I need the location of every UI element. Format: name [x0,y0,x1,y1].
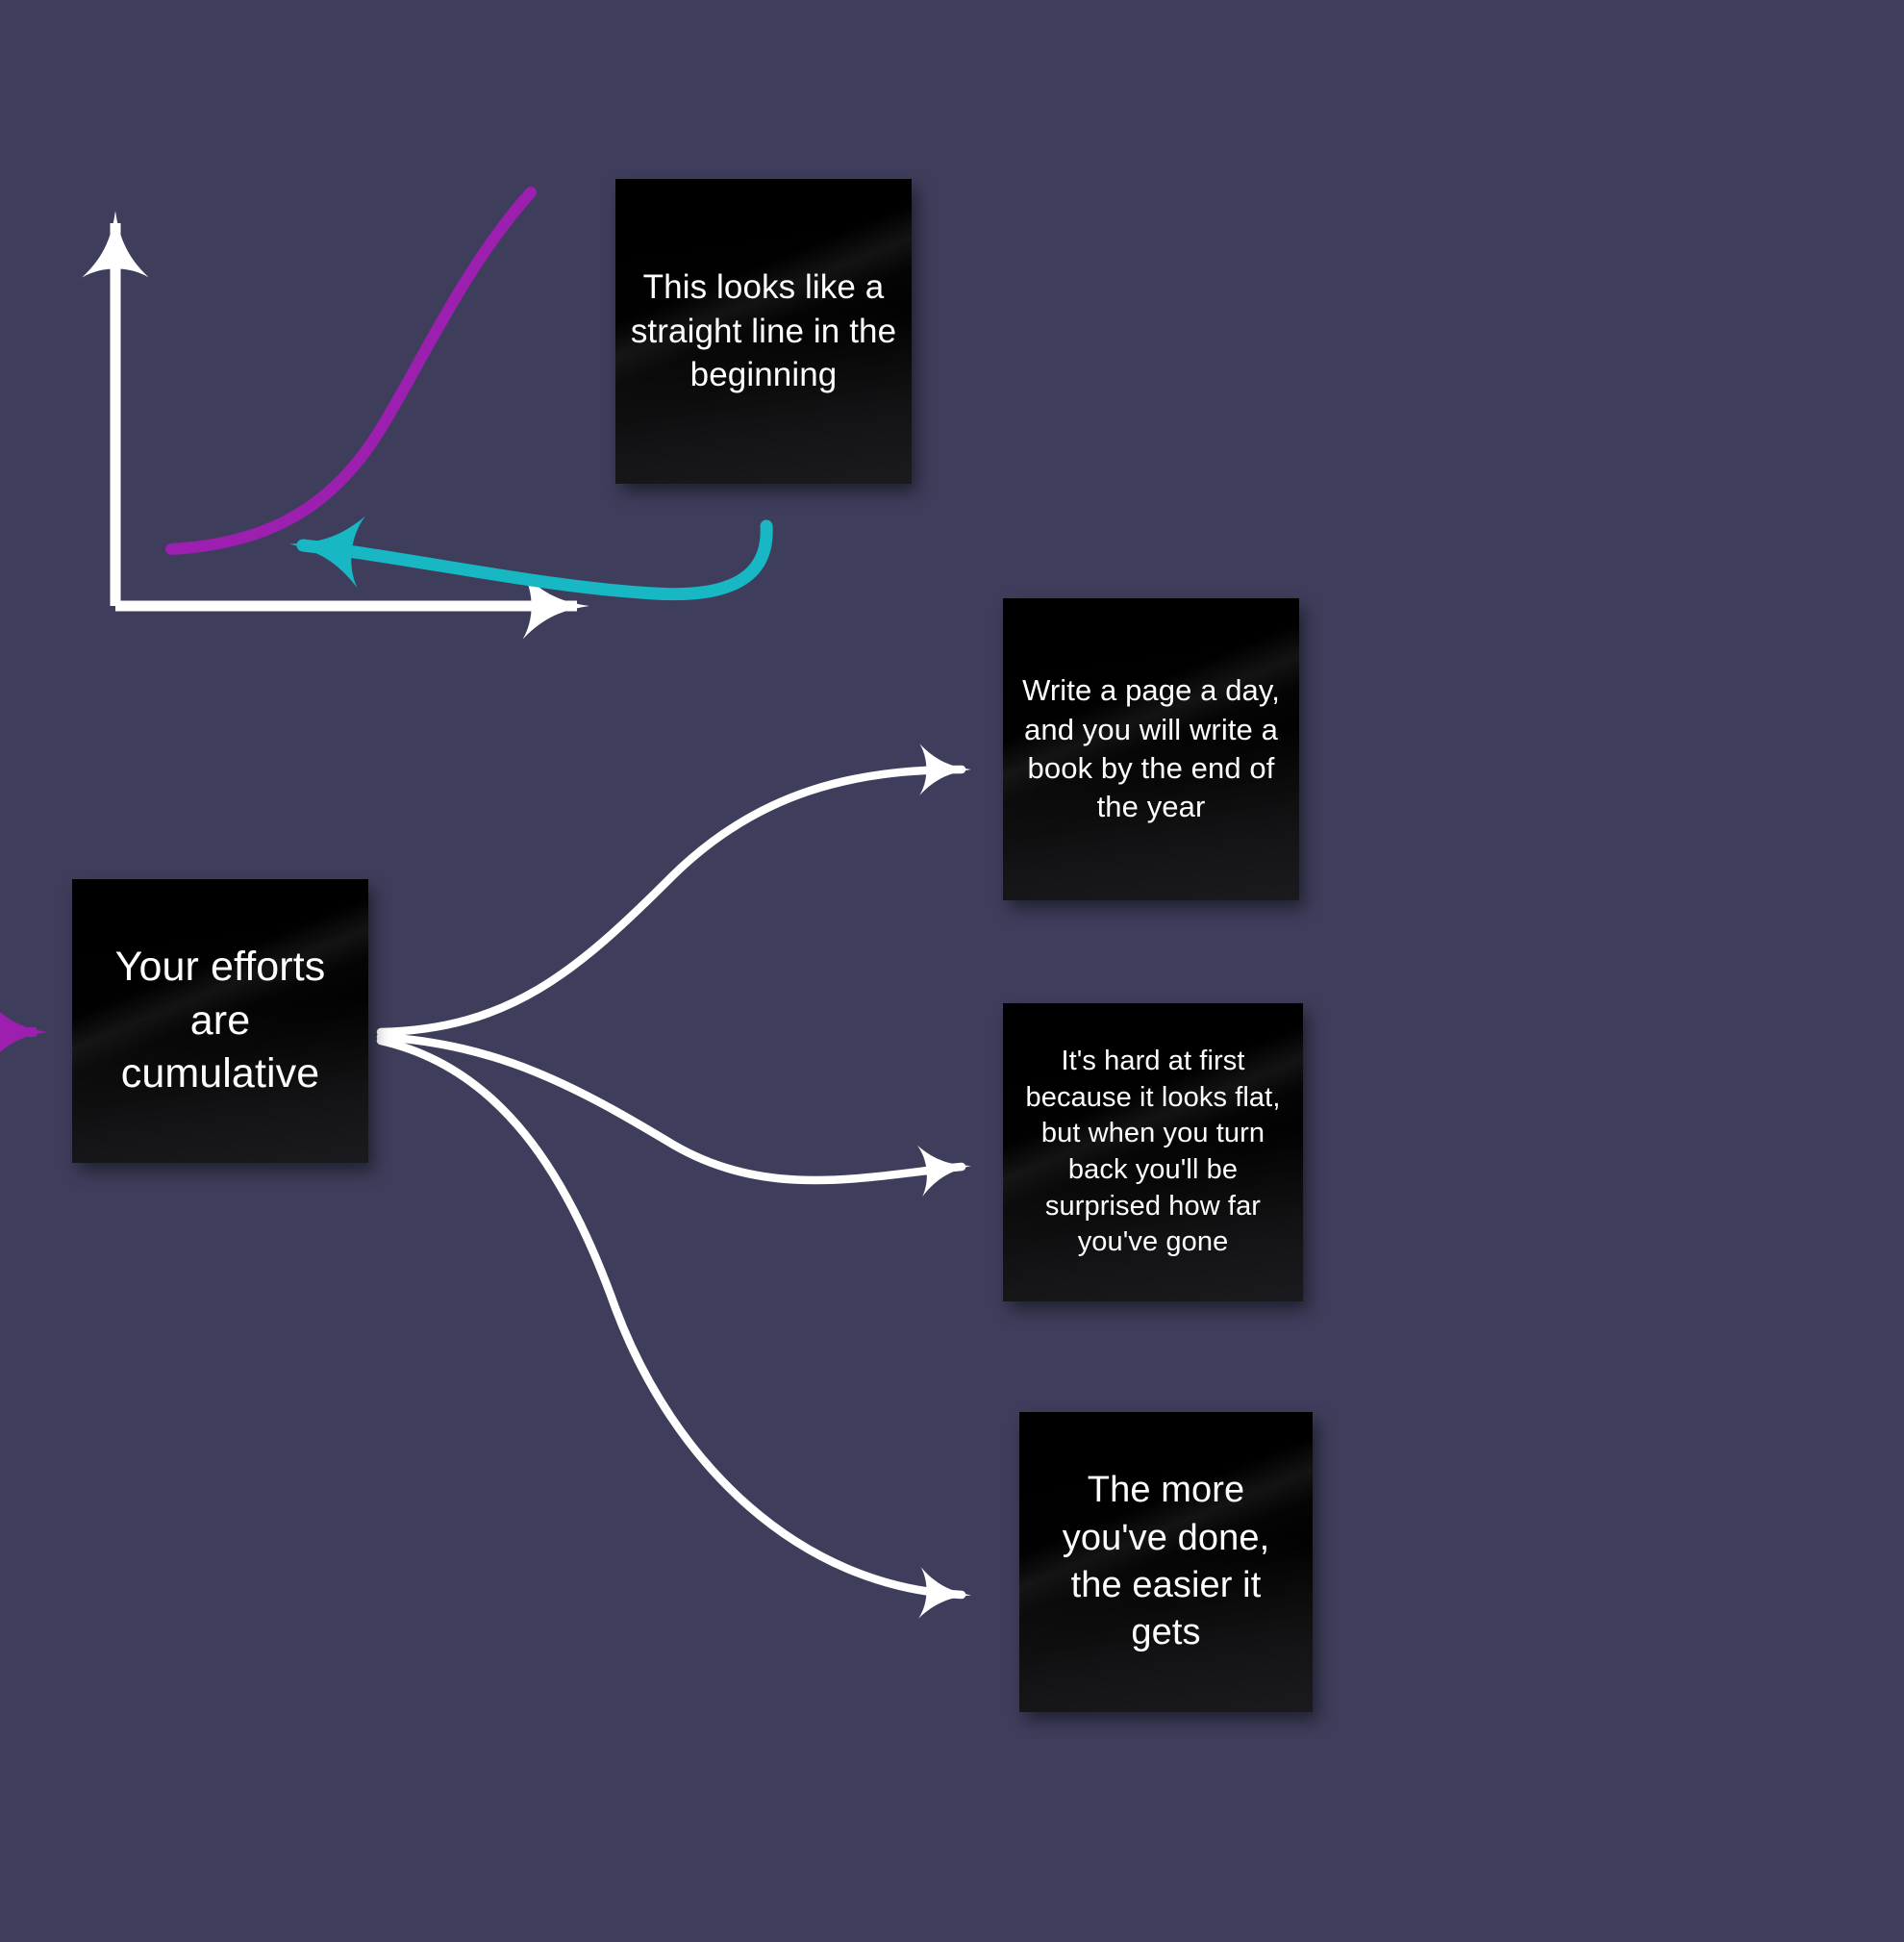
sticky-note-root[interactable]: Your efforts are cumulative [72,879,368,1163]
root-to-branch-2-connector [376,1036,971,1619]
whiteboard-canvas: This looks like a straight line in the b… [0,0,1904,1942]
sticky-note-branch-2-text: The more you've done, the easier it gets [1062,1470,1270,1653]
sticky-note-graph-caption-text: This looks like a straight line in the b… [630,268,897,394]
sticky-note-branch-0[interactable]: Write a page a day, and you will write a… [1003,598,1299,900]
sticky-note-branch-1-text: It's hard at first because it looks flat… [1025,1045,1281,1258]
sticky-note-branch-1[interactable]: It's hard at first because it looks flat… [1003,1003,1303,1301]
sticky-note-branch-0-text: Write a page a day, and you will write a… [1022,673,1280,824]
root-to-branch-1-connector [376,1032,971,1197]
root-to-branch-0-connector [376,744,971,1037]
teal-callout-arrow [289,516,773,601]
growth-curve [165,187,537,555]
sticky-note-graph-caption[interactable]: This looks like a straight line in the b… [615,179,912,484]
sticky-note-root-text: Your efforts are cumulative [114,943,326,1097]
graph-axes [82,211,589,640]
sticky-note-branch-2[interactable]: The more you've done, the easier it gets [1019,1412,1313,1712]
